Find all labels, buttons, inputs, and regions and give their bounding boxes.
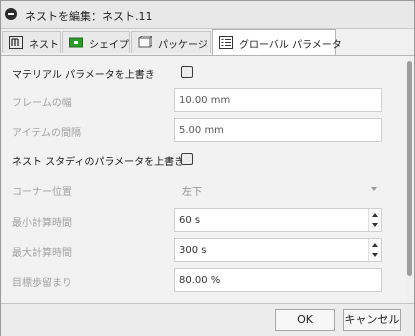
global-parameters-panel: マテリアル パラメータを上書き フレームの幅 10.00 mm アイテムの間隔 …	[1, 56, 405, 303]
dialog-footer: OK キャンセル	[1, 303, 414, 336]
tab-label: グローバル パラメータ	[239, 40, 342, 51]
corner-position-dropdown[interactable]: 左下	[182, 183, 202, 198]
override-material-checkbox[interactable]	[181, 66, 193, 78]
package-icon	[138, 36, 152, 48]
override-material-label: マテリアル パラメータを上書き	[12, 70, 155, 81]
max-calc-time-label: 最大計算時間	[12, 248, 72, 259]
max-calc-time-field[interactable]: 300 s	[174, 238, 382, 262]
tab-package[interactable]: パッケージ	[131, 31, 211, 53]
dialog-title: ネストを編集：ネスト.11	[25, 10, 153, 23]
min-calc-time-field[interactable]: 60 s	[174, 208, 382, 232]
title-bar[interactable]: ネストを編集：ネスト.11	[1, 1, 414, 29]
tab-label: パッケージ	[158, 40, 208, 51]
item-spacing-field[interactable]: 5.00 mm	[174, 118, 382, 142]
tab-label: ネスト	[29, 40, 59, 51]
edit-nest-dialog: ネストを編集：ネスト.11 ネスト シェイプ パッケージ グローバル パラメータ…	[0, 0, 415, 336]
chevron-down-icon[interactable]	[371, 187, 377, 191]
frame-width-label: フレームの幅	[12, 98, 72, 109]
ok-button[interactable]: OK	[275, 309, 335, 331]
tab-global-parameters[interactable]: グローバル パラメータ	[212, 29, 342, 55]
item-spacing-value: 5.00 mm	[179, 125, 224, 136]
tab-nest[interactable]: ネスト	[2, 31, 61, 53]
collapse-icon[interactable]	[5, 8, 17, 20]
target-yield-value: 80.00 %	[179, 275, 221, 286]
tab-bar: ネスト シェイプ パッケージ グローバル パラメータ	[1, 29, 414, 56]
max-calc-time-value: 300 s	[179, 245, 207, 256]
frame-width-field[interactable]: 10.00 mm	[174, 88, 382, 112]
override-study-checkbox[interactable]	[181, 153, 193, 165]
tab-shape[interactable]: シェイプ	[62, 31, 130, 53]
nest-icon	[9, 36, 23, 49]
max-calc-time-spinner[interactable]	[368, 239, 381, 261]
min-calc-time-value: 60 s	[179, 215, 201, 226]
spin-down-icon[interactable]	[372, 223, 378, 227]
min-calc-time-label: 最小計算時間	[12, 218, 72, 229]
scroll-thumb[interactable]	[407, 61, 412, 276]
target-yield-label: 目標歩留まり	[12, 278, 72, 289]
vertical-scrollbar[interactable]	[405, 56, 414, 303]
target-yield-field[interactable]: 80.00 %	[174, 268, 382, 292]
global-parameters-icon	[219, 36, 233, 49]
tab-label: シェイプ	[89, 40, 129, 51]
item-spacing-label: アイテムの間隔	[12, 128, 81, 139]
shape-icon	[69, 37, 83, 48]
corner-position-label: コーナー位置	[12, 187, 72, 198]
override-study-label: ネスト スタディのパラメータを上書き	[12, 157, 185, 168]
spin-up-icon[interactable]	[372, 243, 378, 247]
cancel-button[interactable]: キャンセル	[343, 309, 401, 331]
frame-width-value: 10.00 mm	[179, 95, 231, 106]
min-calc-time-spinner[interactable]	[368, 209, 381, 231]
spin-up-icon[interactable]	[372, 213, 378, 217]
spin-down-icon[interactable]	[372, 253, 378, 257]
